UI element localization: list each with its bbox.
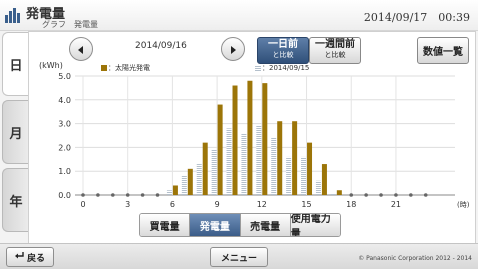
bar-prev-day	[271, 137, 277, 195]
x-tick-label: 9	[215, 200, 220, 209]
bar-prev-day	[196, 164, 202, 195]
bar-prev-day	[256, 125, 262, 195]
x-axis-unit: (時)	[457, 201, 470, 209]
x-tick-label: 18	[346, 200, 356, 209]
y-tick-label: 2.0	[58, 143, 71, 152]
tab-consumed[interactable]: 使用電力量	[290, 214, 340, 236]
zero-point	[409, 193, 413, 197]
zero-point	[349, 193, 354, 197]
bar-prev-day	[315, 180, 321, 195]
bar-prev-day	[330, 193, 336, 195]
bar-solar	[321, 164, 327, 195]
y-tick-label: 3.0	[58, 120, 71, 129]
bar-solar	[202, 142, 208, 195]
back-label: 戻る	[26, 253, 45, 264]
current-datetime: 2014/09/17 00:39	[363, 11, 470, 24]
tab-generated[interactable]: 発電量	[190, 214, 241, 236]
bar-prev-day	[286, 156, 292, 195]
bar-prev-day	[241, 133, 247, 195]
header-bar: 発電量 グラフ 発電量 2014/09/17 00:39	[0, 0, 478, 31]
x-tick-label: 3	[125, 200, 130, 209]
zero-point	[111, 193, 115, 197]
zero-point	[394, 193, 398, 197]
bar-prev-day	[166, 190, 172, 195]
bar-solar	[172, 185, 178, 195]
x-tick-label: 12	[257, 200, 267, 209]
x-tick-label: 21	[391, 200, 401, 209]
zero-point	[125, 193, 130, 197]
tab-month[interactable]: 月	[2, 100, 29, 164]
back-arrow-icon	[14, 251, 24, 263]
bar-solar	[262, 83, 268, 195]
zero-point	[81, 193, 85, 197]
tab-year[interactable]: 年	[2, 168, 29, 232]
zero-point	[423, 193, 428, 197]
x-tick-label: 6	[170, 200, 175, 209]
bar-solar	[307, 142, 313, 195]
generation-chart: 0.0 1.0 2.0 3.0 4.0 5.0 0 3 6 9 12 15 18 21 (kWh) (時)	[39, 61, 470, 209]
period-tabs: 日 月 年	[0, 32, 29, 242]
tab-day[interactable]: 日	[2, 32, 29, 96]
bar-prev-day	[181, 175, 187, 195]
bar-solar	[232, 85, 238, 195]
breadcrumb: グラフ 発電量	[42, 20, 98, 29]
bar-solar	[217, 104, 223, 195]
zero-point	[140, 193, 145, 197]
bar-solar	[336, 190, 342, 195]
tab-sold[interactable]: 売電量	[240, 214, 291, 236]
bar-prev-day	[301, 156, 307, 195]
bar-solar	[292, 121, 298, 195]
zero-point	[364, 193, 368, 197]
graph-panel: 2014/09/16 一日前 と比較 一週間前 と比較 数値一覧 ：太陽光発電 …	[28, 31, 476, 245]
graph-type-tabs: 買電量 発電量 売電量 使用電力量	[139, 213, 341, 237]
bar-solar	[247, 80, 253, 195]
y-tick-label: 4.0	[58, 96, 71, 105]
y-tick-label: 5.0	[58, 72, 71, 81]
bar-solar	[277, 121, 283, 195]
x-tick-label: 0	[80, 200, 85, 209]
y-axis-label: (kWh)	[39, 61, 63, 70]
menu-button[interactable]: メニュー	[210, 247, 268, 267]
y-tick-label: 1.0	[58, 167, 71, 176]
back-button[interactable]: 戻る	[6, 247, 54, 267]
tab-purchased[interactable]: 買電量	[140, 214, 191, 236]
bar-chart-icon	[4, 6, 22, 28]
y-tick-label: 0.0	[58, 191, 71, 200]
x-tick-label: 15	[301, 200, 311, 209]
zero-point	[155, 193, 160, 197]
footer-bar: 戻る メニュー © Panasonic Corporation 2012 - 2…	[0, 243, 478, 269]
copyright: © Panasonic Corporation 2012 - 2014	[358, 255, 472, 262]
bar-prev-day	[211, 149, 217, 195]
zero-point	[379, 193, 383, 197]
zero-point	[96, 193, 100, 197]
bar-solar	[187, 168, 193, 195]
bar-prev-day	[226, 128, 232, 195]
